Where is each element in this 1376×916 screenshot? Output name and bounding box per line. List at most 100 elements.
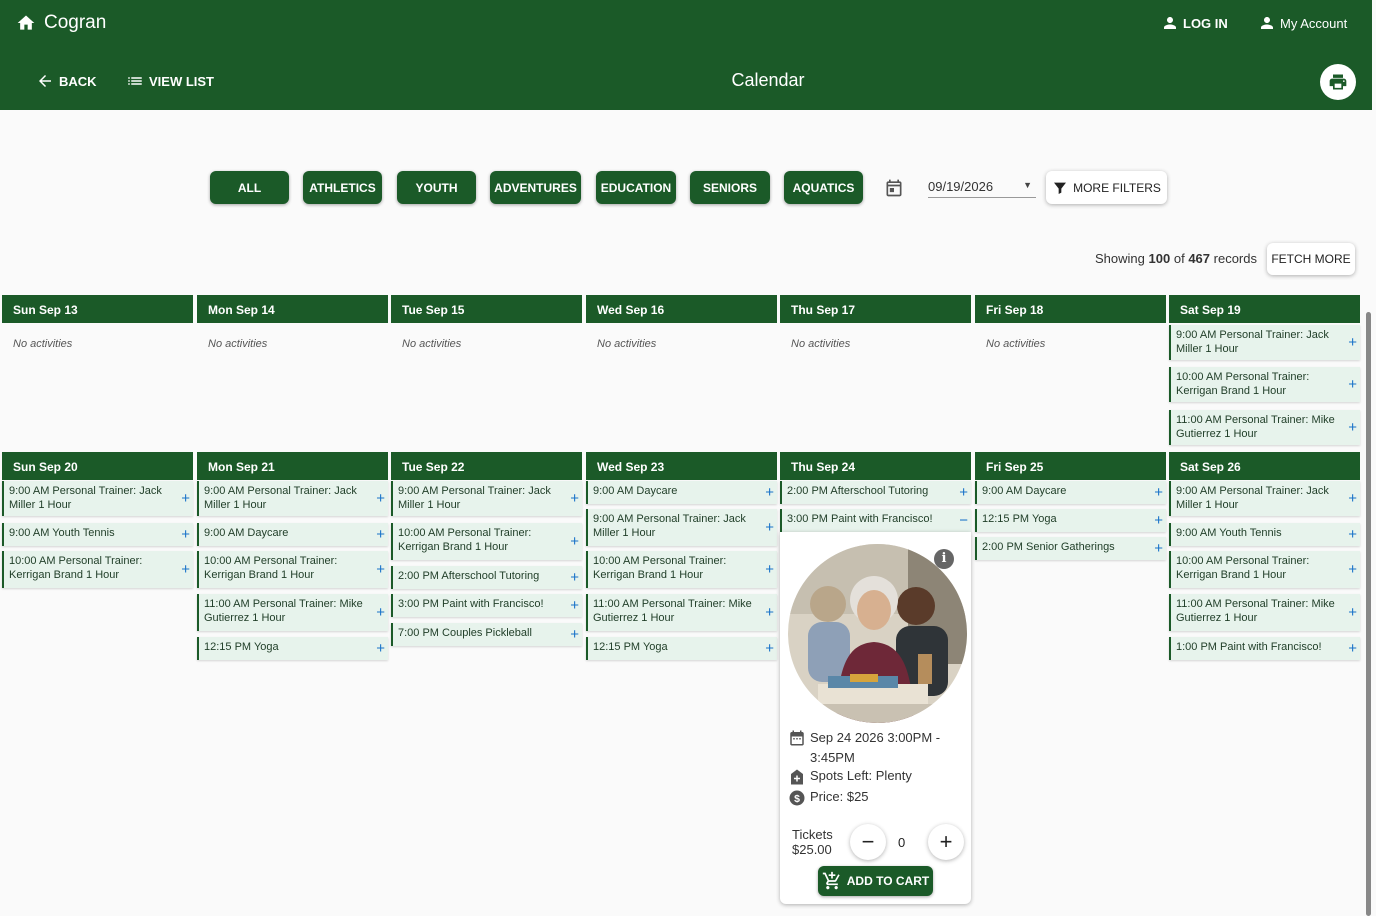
event-item[interactable]: 2:00 PM Afterschool Tutoring + xyxy=(391,566,582,589)
expand-icon[interactable]: + xyxy=(959,484,968,501)
event-item[interactable]: 12:15 PM Yoga + xyxy=(586,637,777,660)
page-title: Calendar xyxy=(731,70,805,90)
expand-icon[interactable]: + xyxy=(765,519,774,536)
log-in-button[interactable]: LOG IN xyxy=(1161,14,1228,32)
expand-icon[interactable]: + xyxy=(376,561,385,578)
day-header: Sun Sep 20 xyxy=(2,452,193,480)
event-item[interactable]: 11:00 AM Personal Trainer: Mike Gutierre… xyxy=(1169,594,1360,631)
event-item[interactable]: 7:00 PM Couples Pickleball + xyxy=(391,623,582,646)
increase-quantity-button[interactable]: + xyxy=(928,824,964,860)
event-title: 10:00 AM Personal Trainer: Kerrigan Bran… xyxy=(593,555,727,581)
event-item[interactable]: 2:00 PM Senior Gatherings + xyxy=(975,537,1166,560)
scrollbar-thumb[interactable] xyxy=(1366,312,1371,916)
event-title: 11:00 AM Personal Trainer: Mike Gutierre… xyxy=(1176,414,1335,440)
expand-icon[interactable]: + xyxy=(376,640,385,657)
event-item[interactable]: 9:00 AM Personal Trainer: Jack Miller 1 … xyxy=(1169,481,1360,516)
print-button[interactable] xyxy=(1320,64,1356,100)
event-item[interactable]: 2:00 PM Afterschool Tutoring + xyxy=(780,481,971,504)
expand-icon[interactable]: + xyxy=(376,526,385,543)
event-item[interactable]: 9:00 AM Personal Trainer: Jack Miller 1 … xyxy=(197,481,388,516)
filter-adventures[interactable]: ADVENTURES xyxy=(490,171,581,204)
expand-icon[interactable]: + xyxy=(1348,376,1357,393)
fetch-more-button[interactable]: FETCH MORE xyxy=(1267,243,1355,275)
expand-icon[interactable]: + xyxy=(1154,484,1163,501)
event-title: 10:00 AM Personal Trainer: Kerrigan Bran… xyxy=(204,555,338,581)
expand-icon[interactable]: + xyxy=(181,526,190,543)
event-item[interactable]: 9:00 AM Daycare + xyxy=(586,481,777,504)
expand-icon[interactable]: + xyxy=(376,604,385,621)
records-of: of xyxy=(1173,251,1185,266)
expand-icon[interactable]: + xyxy=(765,640,774,657)
event-title: 1:00 PM Paint with Francisco! xyxy=(1176,641,1322,653)
event-item[interactable]: 11:00 AM Personal Trainer: Mike Gutierre… xyxy=(197,594,388,631)
expand-icon[interactable]: + xyxy=(570,626,579,643)
day-header: Tue Sep 22 xyxy=(391,452,582,480)
filter-aquatics[interactable]: AQUATICS xyxy=(784,171,863,204)
event-item[interactable]: 9:00 AM Daycare + xyxy=(975,481,1166,504)
more-filters-button[interactable]: MORE FILTERS xyxy=(1046,171,1167,204)
decrease-quantity-button[interactable]: − xyxy=(850,824,886,860)
event-item[interactable]: 10:00 AM Personal Trainer: Kerrigan Bran… xyxy=(391,523,582,560)
expand-icon[interactable]: + xyxy=(570,533,579,550)
expand-icon[interactable]: + xyxy=(1348,334,1357,351)
event-item[interactable]: 9:00 AM Youth Tennis + xyxy=(1169,523,1360,546)
event-item[interactable]: 10:00 AM Personal Trainer: Kerrigan Bran… xyxy=(197,551,388,588)
expand-icon[interactable]: + xyxy=(765,484,774,501)
event-title: 11:00 AM Personal Trainer: Mike Gutierre… xyxy=(1176,598,1335,624)
event-item[interactable]: 3:00 PM Paint with Francisco! − xyxy=(780,509,971,532)
event-title: 9:00 AM Personal Trainer: Jack Miller 1 … xyxy=(1176,329,1329,355)
filter-youth[interactable]: YOUTH xyxy=(397,171,476,204)
expand-icon[interactable]: + xyxy=(376,490,385,507)
calendar-icon[interactable] xyxy=(884,178,904,198)
date-picker[interactable]: 09/19/2026 ▼ xyxy=(928,174,1036,198)
expand-icon[interactable]: + xyxy=(765,604,774,621)
event-title: 9:00 AM Personal Trainer: Jack Miller 1 … xyxy=(9,485,162,511)
expand-icon[interactable]: + xyxy=(1348,526,1357,543)
event-item[interactable]: 3:00 PM Paint with Francisco! + xyxy=(391,594,582,617)
day-header: Fri Sep 25 xyxy=(975,452,1166,480)
filter-athletics[interactable]: ATHLETICS xyxy=(303,171,382,204)
event-item[interactable]: 11:00 AM Personal Trainer: Mike Gutierre… xyxy=(586,594,777,631)
event-item[interactable]: 10:00 AM Personal Trainer: Kerrigan Bran… xyxy=(586,551,777,588)
brand-name: Cogran xyxy=(44,12,107,33)
event-item[interactable]: 9:00 AM Personal Trainer: Jack Miller 1 … xyxy=(391,481,582,516)
home-icon xyxy=(17,15,35,30)
expand-icon[interactable]: + xyxy=(1154,512,1163,529)
add-to-cart-button[interactable]: ADD TO CART xyxy=(818,866,933,896)
expand-icon[interactable]: + xyxy=(181,561,190,578)
event-item[interactable]: 12:15 PM Yoga + xyxy=(975,509,1166,532)
expand-icon[interactable]: + xyxy=(181,490,190,507)
event-item[interactable]: 10:00 AM Personal Trainer: Kerrigan Bran… xyxy=(1169,367,1360,402)
filter-all[interactable]: ALL xyxy=(210,171,289,204)
brand-link[interactable]: Cogran xyxy=(16,12,106,34)
expand-icon[interactable]: + xyxy=(1348,419,1357,436)
event-item[interactable]: 9:00 AM Personal Trainer: Jack Miller 1 … xyxy=(586,509,777,546)
event-item[interactable]: 10:00 AM Personal Trainer: Kerrigan Bran… xyxy=(1169,551,1360,588)
expand-icon[interactable]: + xyxy=(570,569,579,586)
collapse-icon[interactable]: − xyxy=(959,512,968,529)
expand-icon[interactable]: + xyxy=(1348,490,1357,507)
event-item[interactable]: 9:00 AM Personal Trainer: Jack Miller 1 … xyxy=(2,481,193,516)
expand-icon[interactable]: + xyxy=(1348,604,1357,621)
event-item[interactable]: 11:00 AM Personal Trainer: Mike Gutierre… xyxy=(1169,410,1360,445)
event-item[interactable]: 9:00 AM Personal Trainer: Jack Miller 1 … xyxy=(1169,325,1360,360)
day-header: Fri Sep 18 xyxy=(975,295,1166,323)
expand-icon[interactable]: + xyxy=(570,490,579,507)
event-title: 9:00 AM Personal Trainer: Jack Miller 1 … xyxy=(204,485,357,511)
event-item[interactable]: 12:15 PM Yoga + xyxy=(197,637,388,660)
records-shown: 100 xyxy=(1148,251,1171,266)
expand-icon[interactable]: + xyxy=(765,561,774,578)
info-icon[interactable]: i xyxy=(934,549,954,569)
my-account-button[interactable]: My Account xyxy=(1258,14,1347,32)
event-item[interactable]: 1:00 PM Paint with Francisco! + xyxy=(1169,637,1360,660)
event-item[interactable]: 9:00 AM Youth Tennis + xyxy=(2,523,193,546)
expand-icon[interactable]: + xyxy=(1348,640,1357,657)
filter-education[interactable]: EDUCATION xyxy=(596,171,676,204)
event-item[interactable]: 10:00 AM Personal Trainer: Kerrigan Bran… xyxy=(2,551,193,588)
event-item[interactable]: 9:00 AM Daycare + xyxy=(197,523,388,546)
expand-icon[interactable]: + xyxy=(1348,561,1357,578)
filter-seniors[interactable]: SENIORS xyxy=(690,171,770,204)
event-title: 3:00 PM Paint with Francisco! xyxy=(787,513,933,525)
expand-icon[interactable]: + xyxy=(1154,540,1163,557)
expand-icon[interactable]: + xyxy=(570,597,579,614)
